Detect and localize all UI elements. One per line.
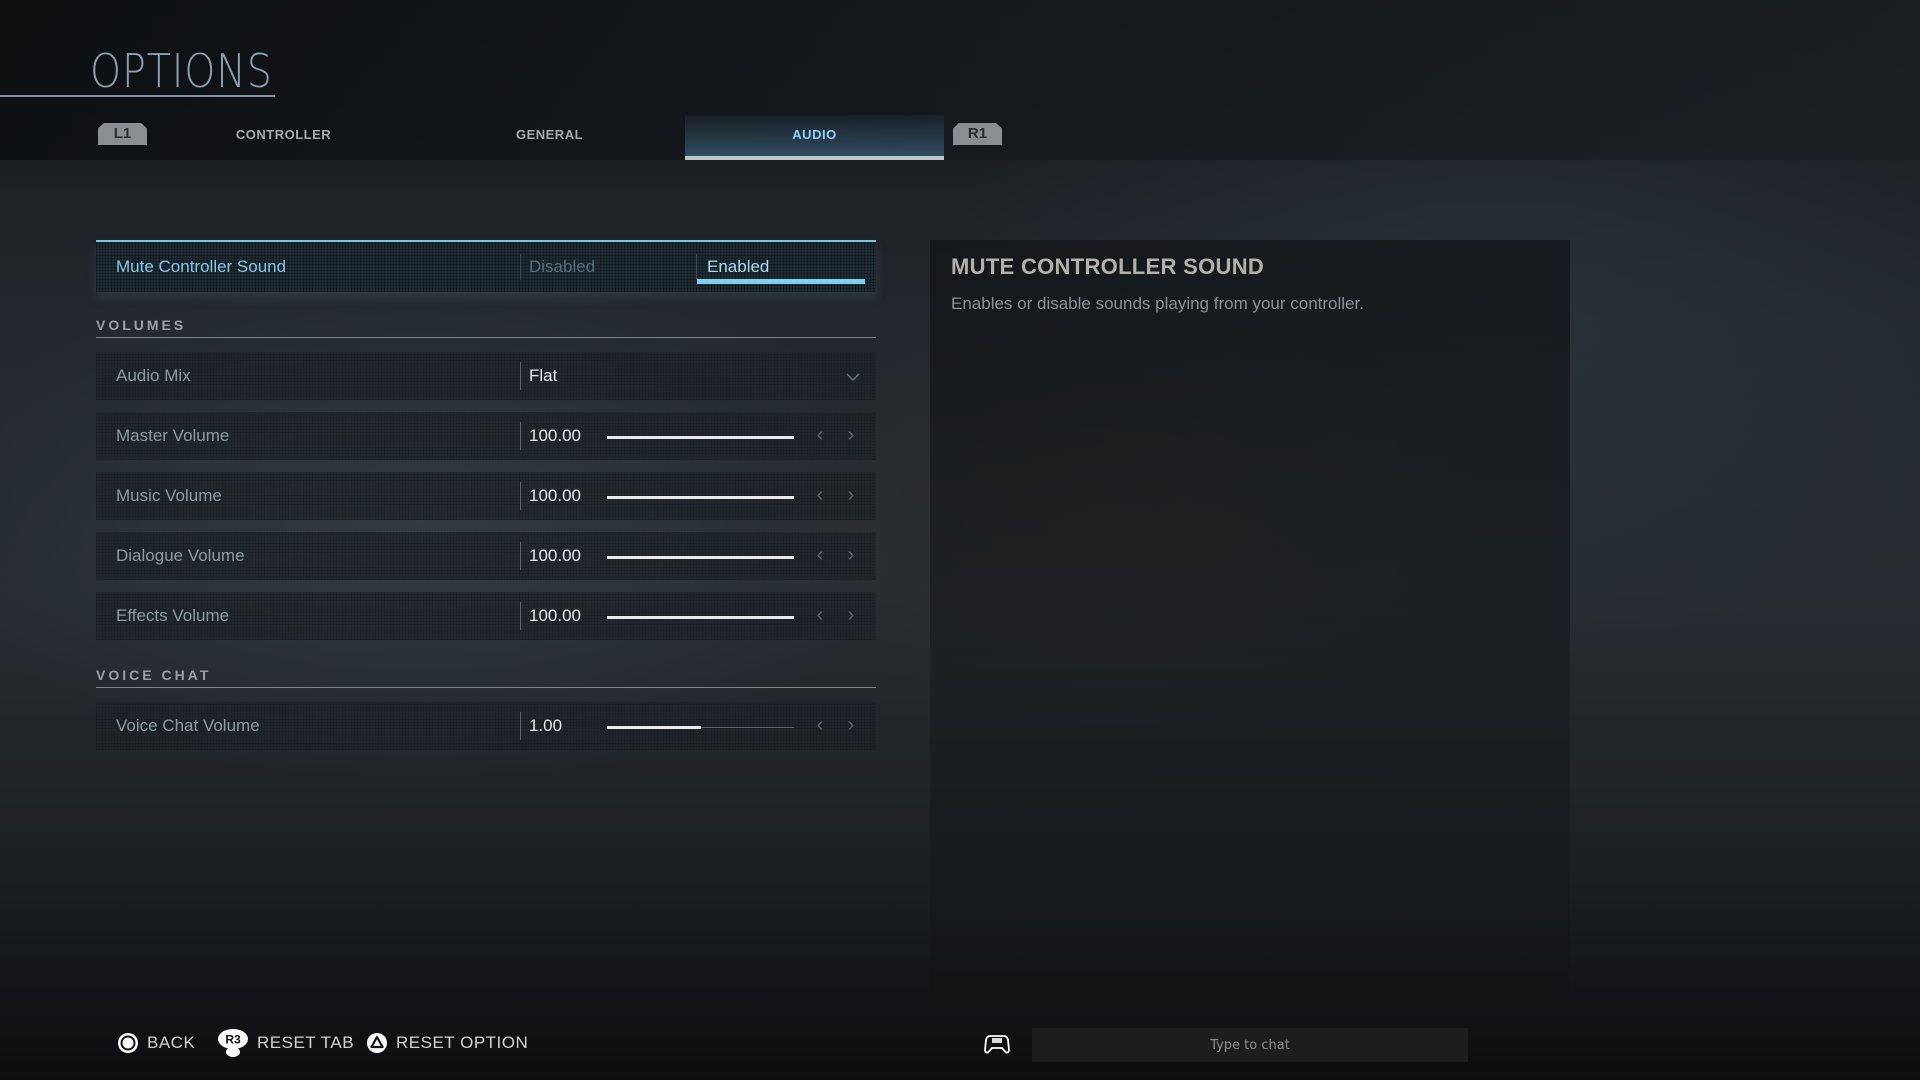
chevron-left-icon[interactable]: ‹ — [812, 532, 828, 578]
title-underline — [0, 95, 275, 97]
description-text: Enables or disable sounds playing from y… — [951, 294, 1364, 313]
gamepad-icon — [984, 1035, 1010, 1054]
prev-tab-button-l1[interactable]: L1 — [98, 123, 147, 145]
back-label: BACK — [147, 1033, 196, 1052]
slider-fill — [607, 726, 701, 729]
reset-tab-label: RESET TAB — [257, 1033, 355, 1052]
option-enabled[interactable]: Enabled — [707, 242, 769, 292]
chevron-left-icon[interactable]: ‹ — [812, 702, 828, 748]
selected-option-indicator — [697, 279, 865, 284]
section-divider — [96, 687, 876, 688]
svg-text:R3: R3 — [225, 1033, 241, 1047]
triangle-button-icon — [367, 1033, 387, 1053]
reset-tab-button[interactable]: R3 RESET TAB — [217, 1029, 355, 1057]
slider-track[interactable] — [607, 726, 794, 729]
divider — [696, 254, 697, 280]
chevron-right-icon[interactable]: › — [843, 702, 859, 748]
setting-row-music-volume[interactable]: Music Volume 100.00 ‹ › — [96, 472, 876, 520]
reset-option-button[interactable]: RESET OPTION — [366, 1030, 528, 1056]
back-button[interactable]: BACK — [117, 1030, 195, 1056]
slider-track[interactable] — [607, 556, 794, 559]
section-divider — [96, 337, 876, 338]
divider — [520, 602, 521, 630]
chevron-right-icon[interactable]: › — [843, 532, 859, 578]
description-panel: MUTE CONTROLLER SOUND Enables or disable… — [930, 240, 1570, 1000]
description-title: MUTE CONTROLLER SOUND — [951, 254, 1265, 279]
setting-row-master-volume[interactable]: Master Volume 100.00 ‹ › — [96, 412, 876, 460]
chevron-left-icon[interactable]: ‹ — [812, 412, 828, 458]
setting-label: Voice Chat Volume — [116, 716, 260, 735]
setting-label: Dialogue Volume — [116, 546, 245, 565]
setting-label: Master Volume — [116, 426, 230, 445]
setting-label: Mute Controller Sound — [116, 257, 287, 276]
section-title-volumes: VOLUMES — [96, 317, 187, 333]
divider — [520, 422, 521, 450]
option-disabled[interactable]: Disabled — [529, 242, 595, 292]
tab-controller[interactable]: CONTROLLER — [154, 115, 413, 160]
slider-track[interactable] — [607, 436, 794, 439]
chevron-down-icon[interactable] — [846, 370, 860, 384]
divider — [520, 254, 521, 280]
setting-label: Music Volume — [116, 486, 222, 505]
chat-input[interactable] — [1032, 1028, 1468, 1062]
chevron-left-icon[interactable]: ‹ — [812, 472, 828, 518]
slider-value: 100.00 — [529, 486, 581, 505]
divider — [520, 362, 521, 390]
setting-row-audio-mix[interactable]: Audio Mix Flat — [96, 352, 876, 400]
tab-general[interactable]: GENERAL — [420, 115, 679, 160]
slider-fill — [607, 616, 794, 619]
setting-row-mute-controller-sound[interactable]: Mute Controller Sound Disabled Enabled — [96, 240, 876, 292]
next-tab-button-r1[interactable]: R1 — [953, 123, 1002, 145]
reset-option-label: RESET OPTION — [396, 1033, 529, 1052]
section-title-voice-chat: VOICE CHAT — [96, 667, 212, 683]
audio-mix-dropdown-value[interactable]: Flat — [529, 352, 557, 400]
slider-fill — [607, 436, 794, 439]
divider — [520, 542, 521, 570]
slider-fill — [607, 496, 794, 499]
chevron-right-icon[interactable]: › — [843, 412, 859, 458]
setting-label: Effects Volume — [116, 606, 230, 625]
r3-stick-icon: R3 — [218, 1029, 248, 1057]
slider-value: 100.00 — [529, 426, 581, 445]
chevron-right-icon[interactable]: › — [843, 472, 859, 518]
divider — [520, 482, 521, 510]
slider-value: 100.00 — [529, 546, 581, 565]
slider-value: 1.00 — [529, 716, 563, 735]
circle-button-icon — [118, 1033, 138, 1053]
slider-fill — [607, 556, 794, 559]
tab-audio[interactable]: AUDIO — [685, 115, 944, 160]
slider-track[interactable] — [607, 616, 794, 619]
chevron-right-icon[interactable]: › — [843, 592, 859, 638]
setting-row-effects-volume[interactable]: Effects Volume 100.00 ‹ › — [96, 592, 876, 640]
divider — [520, 712, 521, 740]
setting-row-dialogue-volume[interactable]: Dialogue Volume 100.00 ‹ › — [96, 532, 876, 580]
chevron-left-icon[interactable]: ‹ — [812, 592, 828, 638]
page-title: OPTIONS — [90, 44, 273, 98]
setting-row-voice-chat-volume[interactable]: Voice Chat Volume 1.00 ‹ › — [96, 702, 876, 750]
setting-label: Audio Mix — [116, 366, 191, 385]
slider-track[interactable] — [607, 496, 794, 499]
slider-value: 100.00 — [529, 606, 581, 625]
